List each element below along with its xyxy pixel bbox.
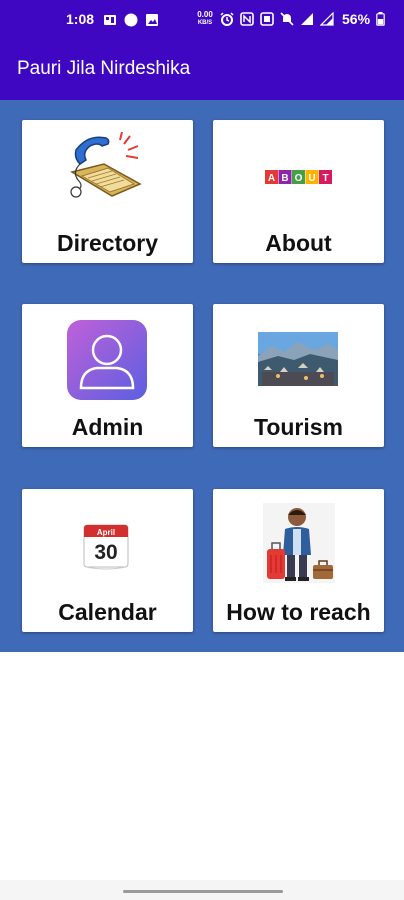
directory-label: Directory bbox=[57, 230, 158, 256]
user-profile-icon bbox=[67, 320, 147, 400]
about-block-o: O bbox=[295, 173, 303, 184]
how-to-reach-card[interactable]: How to reach bbox=[213, 489, 384, 632]
notification-icon bbox=[104, 15, 116, 25]
directory-card[interactable]: Directory bbox=[22, 120, 193, 263]
net-speed: 0.00 KB/S bbox=[196, 11, 214, 27]
about-card[interactable]: A B O U T About bbox=[213, 120, 384, 263]
about-block-u: U bbox=[308, 173, 315, 184]
calendar-label: Calendar bbox=[58, 599, 157, 625]
circle-notification-icon bbox=[124, 13, 138, 27]
menu-grid: Directory A B O U T About Admin Tourism … bbox=[0, 100, 404, 652]
battery-icon bbox=[376, 12, 385, 26]
about-label: About bbox=[265, 230, 332, 256]
calendar-icon: April 30 bbox=[83, 524, 129, 570]
alarm-icon bbox=[220, 12, 234, 26]
gallery-icon bbox=[146, 14, 158, 26]
nfc-icon bbox=[240, 12, 254, 26]
status-bar: 1:08 0.00 KB/S 56% bbox=[0, 0, 404, 40]
about-blocks-icon: A B O U T bbox=[265, 170, 332, 184]
signal-2-icon bbox=[320, 12, 334, 26]
landscape-photo-icon bbox=[258, 332, 338, 386]
calendar-day: 30 bbox=[94, 541, 117, 564]
gesture-nav-bar bbox=[0, 880, 404, 900]
net-speed-unit: KB/S bbox=[197, 20, 213, 26]
app-bar: Pauri Jila Nirdeshika bbox=[0, 40, 404, 100]
app-title: Pauri Jila Nirdeshika bbox=[17, 58, 191, 79]
screen-record-icon bbox=[260, 12, 274, 26]
status-time: 1:08 bbox=[66, 11, 95, 27]
admin-card[interactable]: Admin bbox=[22, 304, 193, 447]
traveler-icon bbox=[263, 503, 335, 583]
about-block-a: A bbox=[268, 173, 275, 184]
mute-icon bbox=[280, 12, 294, 26]
about-block-b: B bbox=[281, 173, 288, 184]
gesture-handle[interactable] bbox=[123, 890, 283, 893]
tourism-label: Tourism bbox=[253, 414, 344, 440]
calendar-month: April bbox=[97, 528, 115, 537]
about-block-t: T bbox=[322, 173, 328, 184]
signal-icon bbox=[301, 13, 313, 25]
battery-level: 56% bbox=[342, 11, 371, 27]
tourism-card[interactable]: Tourism bbox=[213, 304, 384, 447]
admin-label: Admin bbox=[71, 414, 144, 440]
calendar-card[interactable]: April 30 Calendar bbox=[22, 489, 193, 632]
phone-book-icon bbox=[70, 132, 142, 198]
how-to-reach-label: How to reach bbox=[226, 599, 371, 625]
net-speed-value: 0.00 bbox=[197, 10, 213, 19]
